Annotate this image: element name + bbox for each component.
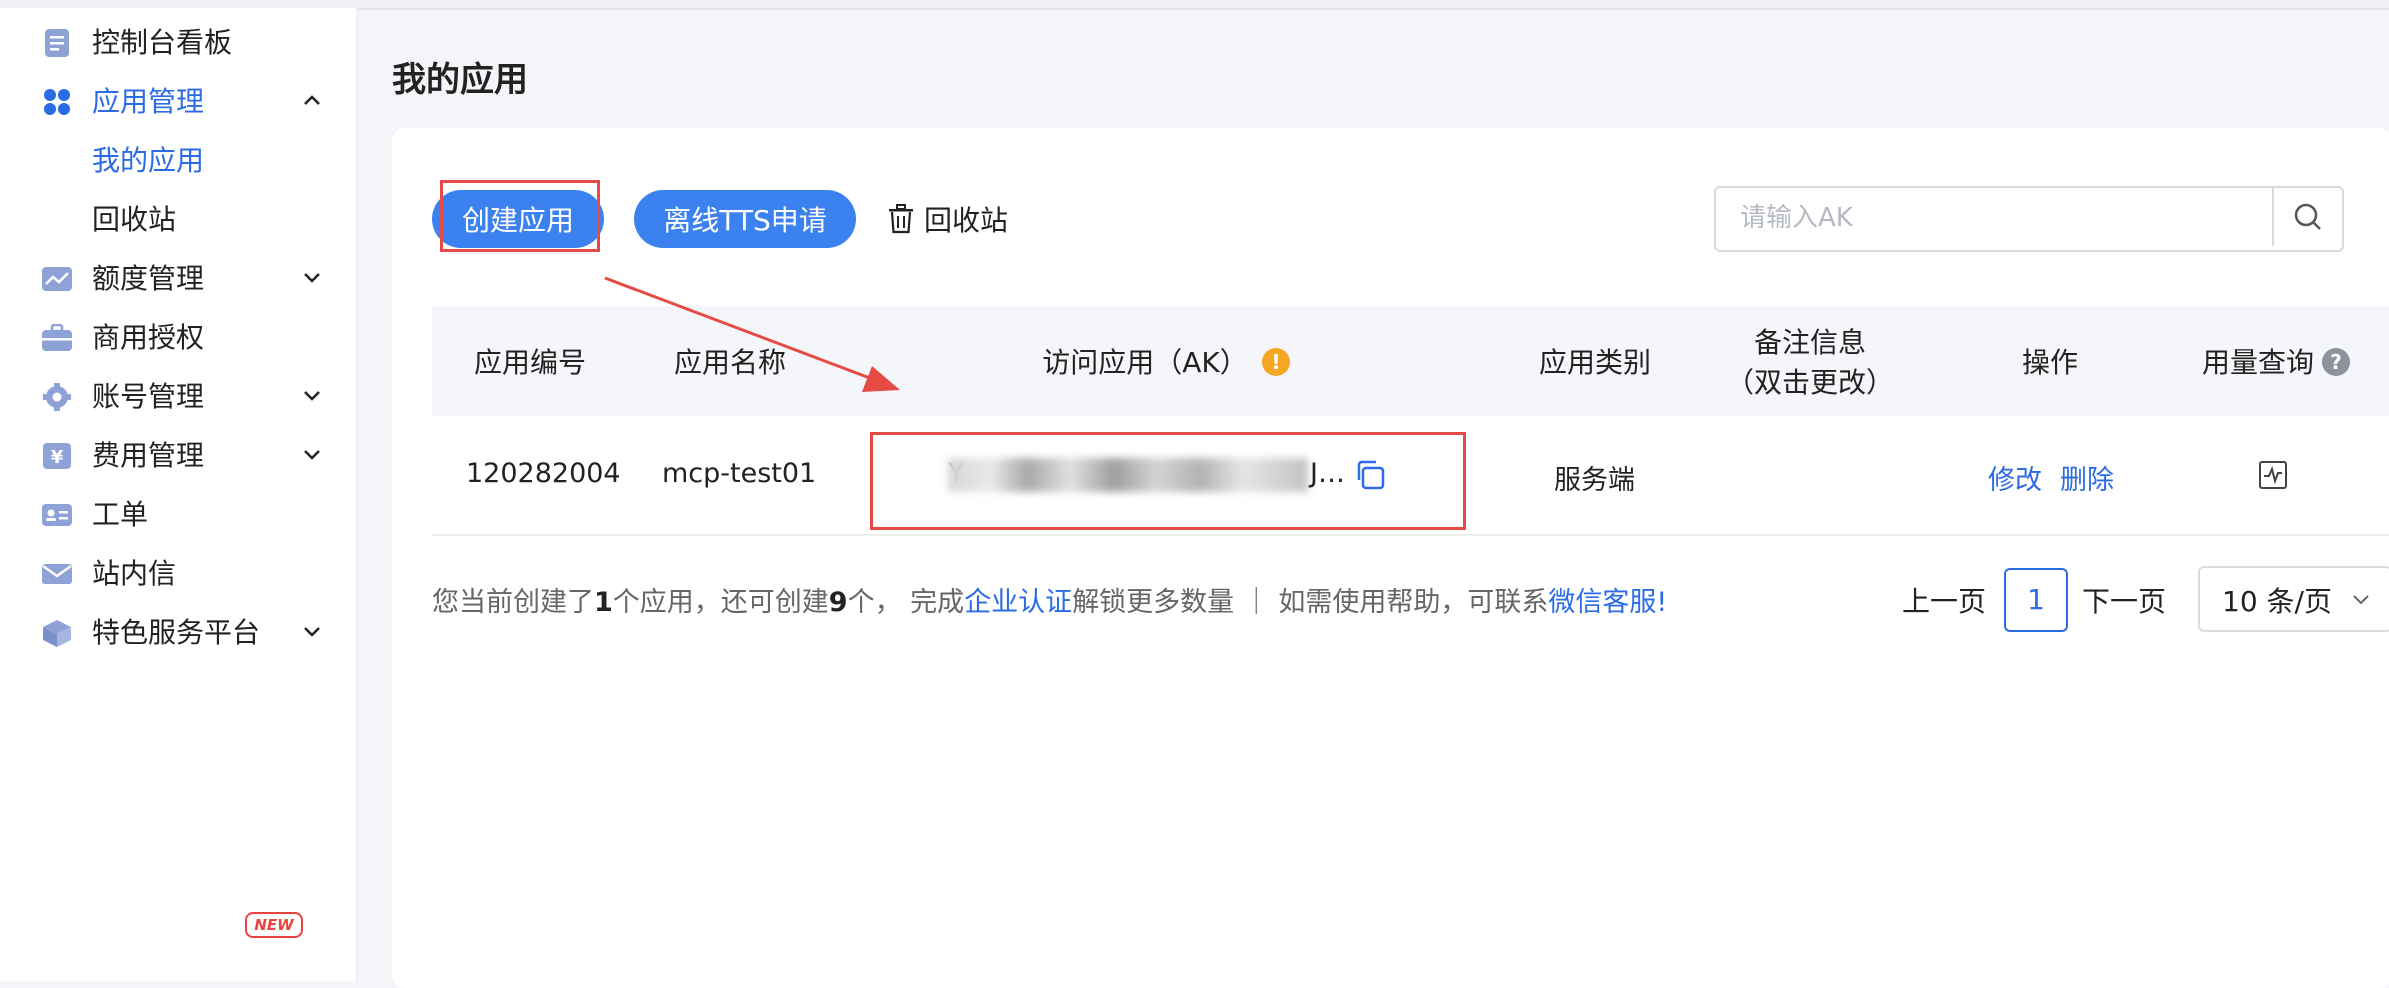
- sidebar-item-account[interactable]: 账号管理: [0, 367, 356, 427]
- search-button[interactable]: [2272, 188, 2342, 246]
- chevron-down-icon: [304, 391, 320, 401]
- header-app-id: 应用编号: [473, 346, 586, 379]
- page-title: 我的应用: [392, 60, 528, 100]
- sidebar-item-label: 控制台看板: [92, 26, 233, 59]
- highlight-box-create: [440, 180, 600, 252]
- new-badge: NEW: [245, 912, 303, 938]
- chevron-up-icon: [304, 95, 320, 105]
- header-usage: 用量查询: [2201, 346, 2314, 379]
- sidebar-item-billing[interactable]: ¥ 费用管理: [0, 426, 356, 486]
- sidebar-subitem-label: 我的应用: [92, 144, 205, 177]
- sidebar-subitem-label: 回收站: [92, 203, 177, 236]
- sidebar-item-inbox[interactable]: 站内信: [0, 544, 356, 604]
- apps-grid-icon: [44, 89, 70, 115]
- sidebar-subitem-my-apps[interactable]: 我的应用: [0, 131, 356, 191]
- notice-text: 解锁更多数量 ｜ 如需使用帮助，可联系: [1072, 587, 1549, 618]
- chevron-down-icon: [304, 627, 320, 637]
- page-size-label: 10 条/页: [2222, 585, 2332, 618]
- sidebar-item-label: 应用管理: [92, 85, 205, 118]
- yen-icon: ¥: [43, 443, 71, 469]
- recycle-bin-label: 回收站: [924, 204, 1009, 237]
- search-input[interactable]: [1716, 188, 2262, 248]
- sidebar-item-dashboard[interactable]: 控制台看板: [0, 13, 356, 73]
- cell-app-id: 120282004: [466, 458, 621, 489]
- chevron-down-icon: [304, 273, 320, 283]
- header-app-name: 应用名称: [673, 346, 786, 379]
- search-box: [1714, 186, 2344, 252]
- wechat-support-link[interactable]: 微信客服!: [1548, 587, 1667, 618]
- sidebar-subitem-recycle-bin[interactable]: 回收站: [0, 190, 356, 250]
- sidebar-item-label: 额度管理: [92, 262, 205, 295]
- quota-notice: 您当前创建了1个应用，还可创建9个， 完成企业认证解锁更多数量 ｜ 如需使用帮助…: [432, 580, 1667, 619]
- header-actions: 操作: [2021, 346, 2078, 379]
- page-size-select[interactable]: 10 条/页: [2198, 566, 2389, 632]
- cell-app-name: mcp-test01: [662, 458, 817, 489]
- sidebar-item-quota[interactable]: 额度管理: [0, 249, 356, 309]
- sidebar-item-label: 费用管理: [92, 439, 205, 472]
- mail-icon: [42, 564, 72, 584]
- header-category: 应用类别: [1538, 346, 1651, 379]
- cube-icon: [43, 620, 71, 647]
- highlight-box-ak: [870, 432, 1466, 530]
- sidebar-item-app-management[interactable]: 应用管理: [0, 72, 356, 132]
- svg-text:¥: ¥: [51, 447, 64, 468]
- sidebar: 控制台看板 应用管理 我的应用 回收站 额度管理 商用授权 账号管理 ¥ 费用管…: [0, 8, 358, 981]
- trash-icon: [889, 204, 913, 234]
- gear-icon: [43, 383, 71, 411]
- content-card: [392, 128, 2389, 988]
- chevron-down-icon: [304, 450, 320, 460]
- sidebar-item-label: 商用授权: [92, 321, 205, 354]
- header-ak: 访问应用（AK）: [1042, 346, 1248, 379]
- sidebar-item-label: 账号管理: [92, 380, 205, 413]
- offline-tts-apply-button[interactable]: 离线TTS申请: [634, 190, 856, 248]
- sidebar-item-commercial-license[interactable]: 商用授权: [0, 308, 356, 368]
- created-count: 1: [594, 587, 613, 618]
- edit-link[interactable]: 修改: [1988, 458, 2042, 497]
- enterprise-verify-link[interactable]: 企业认证: [964, 587, 1072, 618]
- sidebar-item-featured-services[interactable]: 特色服务平台: [0, 603, 356, 663]
- notice-text: 个应用，还可创建: [612, 587, 829, 618]
- next-page-button[interactable]: 下一页: [2082, 580, 2166, 620]
- sidebar-item-label: 工单: [92, 498, 149, 531]
- sidebar-item-label: 特色服务平台: [92, 616, 261, 649]
- recycle-bin-button[interactable]: 回收站: [888, 196, 1008, 242]
- header-note: 备注信息: [1753, 326, 1866, 359]
- search-icon: [2294, 203, 2321, 230]
- delete-link[interactable]: 删除: [2060, 458, 2114, 497]
- briefcase-icon: [42, 324, 72, 351]
- cell-category: 服务端: [1554, 465, 1635, 496]
- chevron-down-icon: [2353, 595, 2369, 605]
- info-icon[interactable]: !: [1262, 348, 1290, 376]
- sidebar-item-label: 站内信: [92, 557, 177, 590]
- notice-text: 个， 完成: [847, 587, 965, 618]
- header-note-hint: （双击更改）: [1725, 366, 1894, 399]
- sidebar-item-ticket[interactable]: 工单: [0, 485, 356, 545]
- notice-text: 您当前创建了: [432, 587, 594, 618]
- chart-line-icon: [42, 267, 72, 291]
- dashboard-doc-icon: [45, 29, 69, 57]
- prev-page-button[interactable]: 上一页: [1902, 580, 1986, 620]
- usage-chart-icon[interactable]: [2258, 460, 2288, 490]
- top-bar: [0, 0, 2389, 10]
- remaining-count: 9: [828, 587, 848, 618]
- current-page[interactable]: 1: [2004, 568, 2068, 632]
- help-icon[interactable]: ?: [2322, 348, 2350, 376]
- id-card-icon: [42, 504, 72, 526]
